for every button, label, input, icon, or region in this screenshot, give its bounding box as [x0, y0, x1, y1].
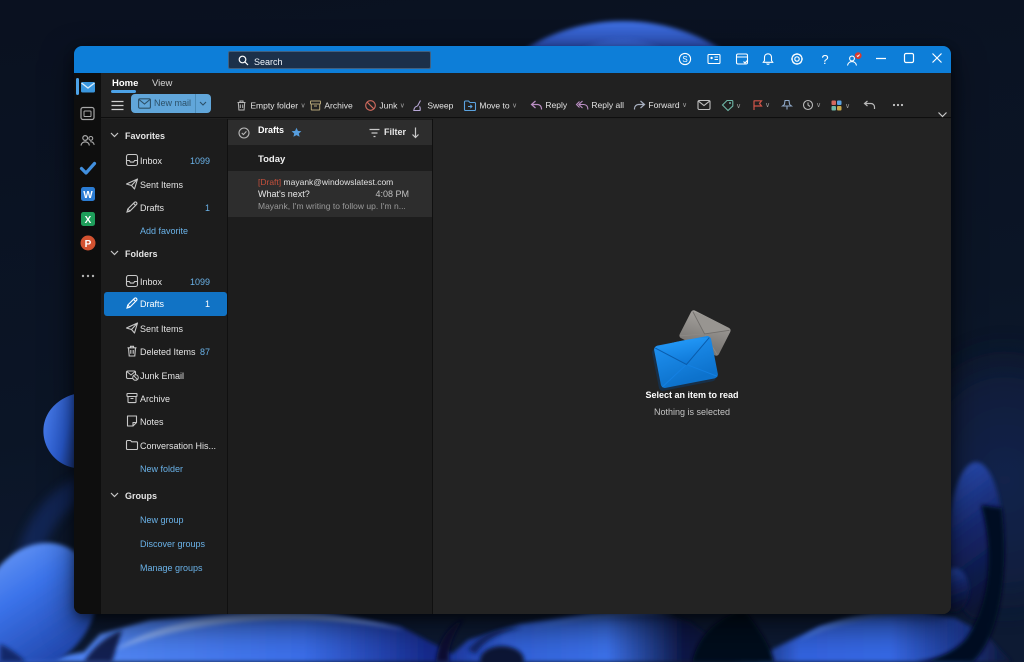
svg-text:S: S: [682, 55, 687, 64]
svg-text:W: W: [83, 190, 93, 201]
svg-text:X: X: [85, 215, 92, 226]
svg-text:P: P: [85, 239, 92, 250]
